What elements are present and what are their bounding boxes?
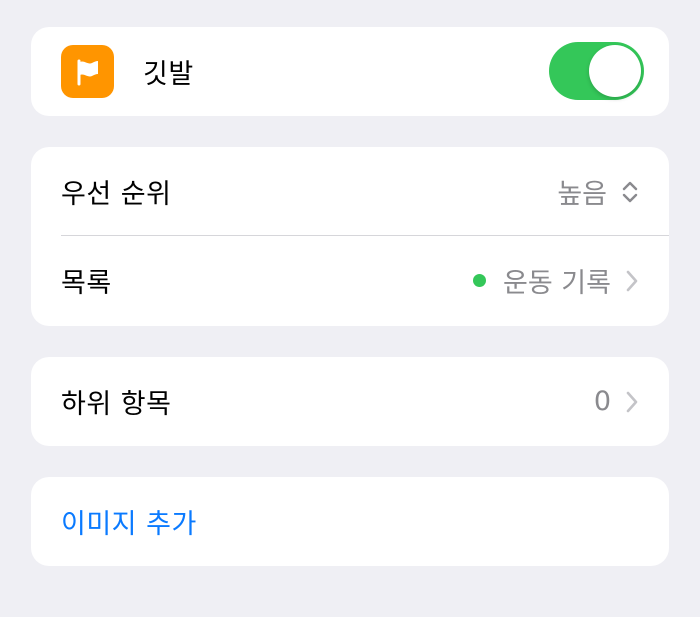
details-card: 우선 순위 높음 목록 운동 기록 (31, 147, 669, 326)
flag-label: 깃발 (143, 59, 194, 90)
list-selector[interactable]: 운동 기록 (473, 261, 639, 300)
toggle-knob (589, 45, 641, 97)
list-label: 목록 (61, 268, 112, 299)
flag-card: 깃발 (31, 27, 669, 116)
chevron-right-icon (625, 390, 639, 414)
subtasks-row[interactable]: 하위 항목 0 (31, 357, 669, 446)
priority-selector[interactable]: 높음 (557, 172, 639, 211)
priority-row[interactable]: 우선 순위 높음 (31, 147, 669, 236)
add-image-row[interactable]: 이미지 추가 (31, 477, 669, 566)
flag-icon (61, 45, 114, 98)
list-color-dot (473, 274, 487, 287)
list-row[interactable]: 목록 운동 기록 (31, 236, 669, 325)
flag-row[interactable]: 깃발 (31, 27, 669, 116)
priority-value: 높음 (557, 179, 607, 210)
flag-toggle[interactable] (549, 42, 644, 100)
list-value: 운동 기록 (503, 268, 611, 299)
subtasks-label: 하위 항목 (61, 389, 172, 420)
subtasks-detail[interactable]: 0 (594, 386, 639, 417)
chevron-right-icon (625, 269, 639, 293)
add-image-button[interactable]: 이미지 추가 (61, 502, 197, 541)
subtasks-card: 하위 항목 0 (31, 357, 669, 446)
chevron-up-down-icon (621, 179, 639, 205)
subtasks-count: 0 (593, 386, 611, 417)
image-card: 이미지 추가 (31, 477, 669, 566)
priority-label: 우선 순위 (61, 179, 172, 210)
